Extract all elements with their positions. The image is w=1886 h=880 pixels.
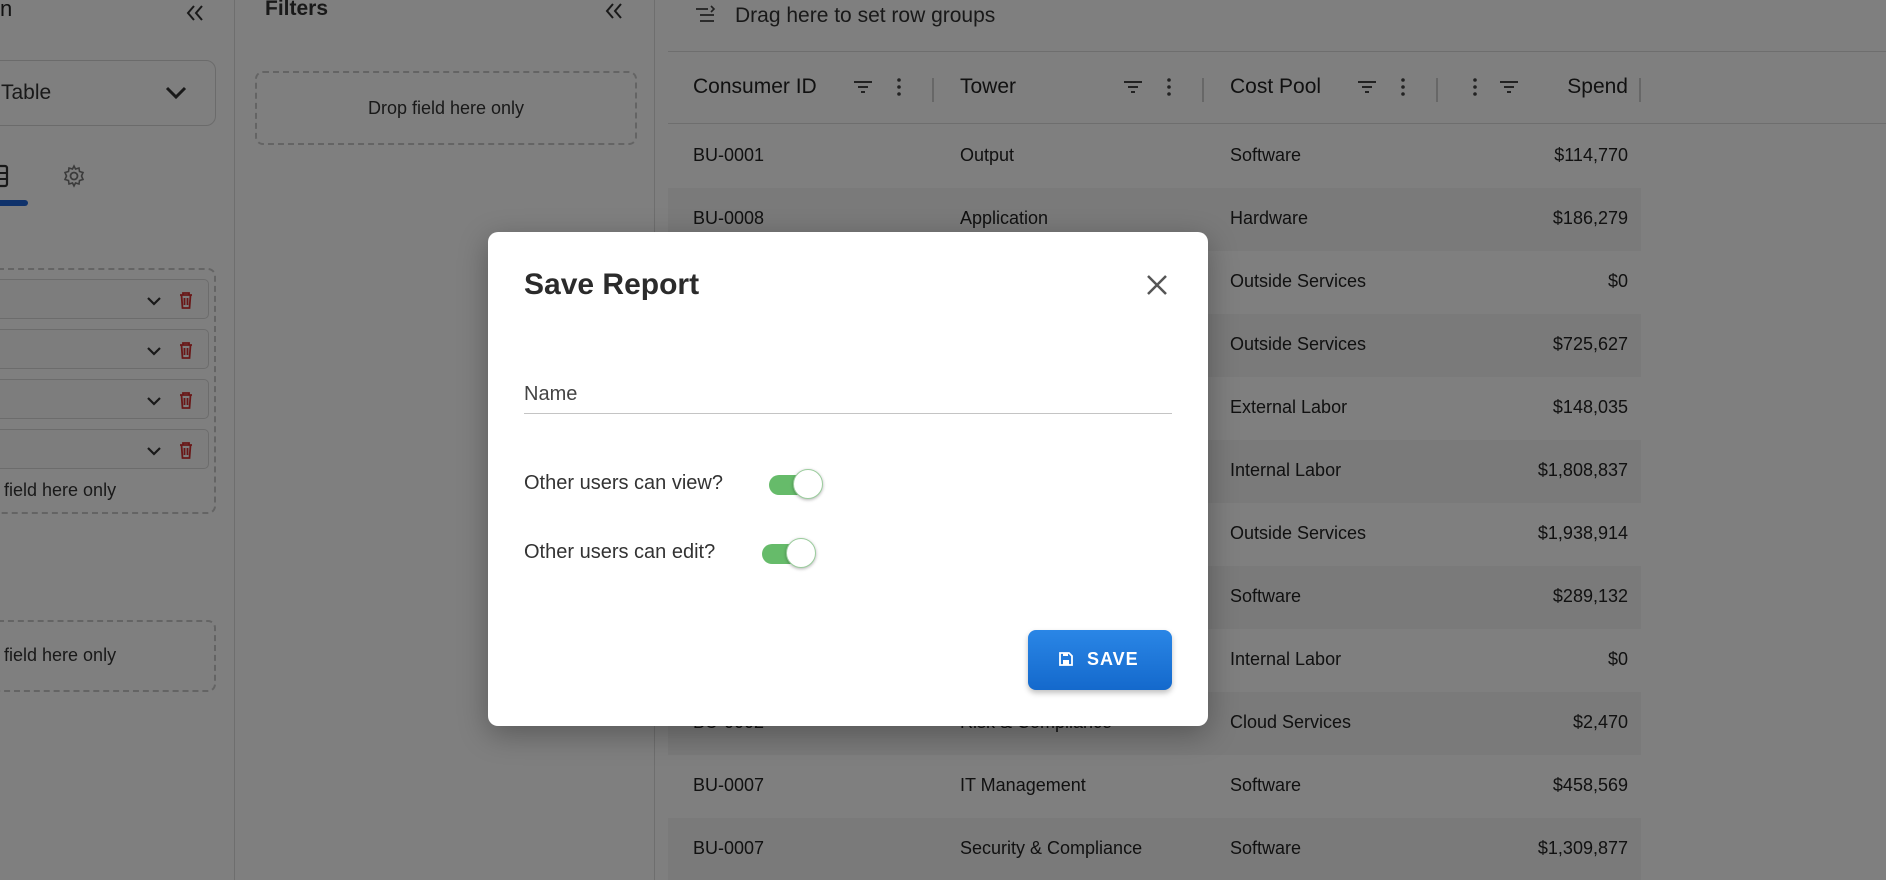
save-button[interactable]: SAVE <box>1028 630 1172 690</box>
save-icon <box>1059 652 1073 666</box>
toggle-knob <box>793 469 823 499</box>
view-permission-toggle[interactable] <box>769 469 823 499</box>
save-button-label: SAVE <box>1087 649 1139 669</box>
close-icon <box>1147 275 1167 295</box>
report-name-input[interactable] <box>524 368 1172 414</box>
toggle-knob <box>786 538 816 568</box>
edit-permission-row: Other users can edit? <box>524 533 844 573</box>
save-report-dialog: Save Report Other users can view? Other … <box>488 232 1208 726</box>
edit-permission-label: Other users can edit? <box>524 541 716 563</box>
dialog-title: Save Report <box>524 268 700 301</box>
view-permission-row: Other users can view? <box>524 464 844 504</box>
close-dialog-button[interactable] <box>1142 270 1172 300</box>
edit-permission-toggle[interactable] <box>762 538 816 568</box>
view-permission-label: Other users can view? <box>524 472 723 494</box>
